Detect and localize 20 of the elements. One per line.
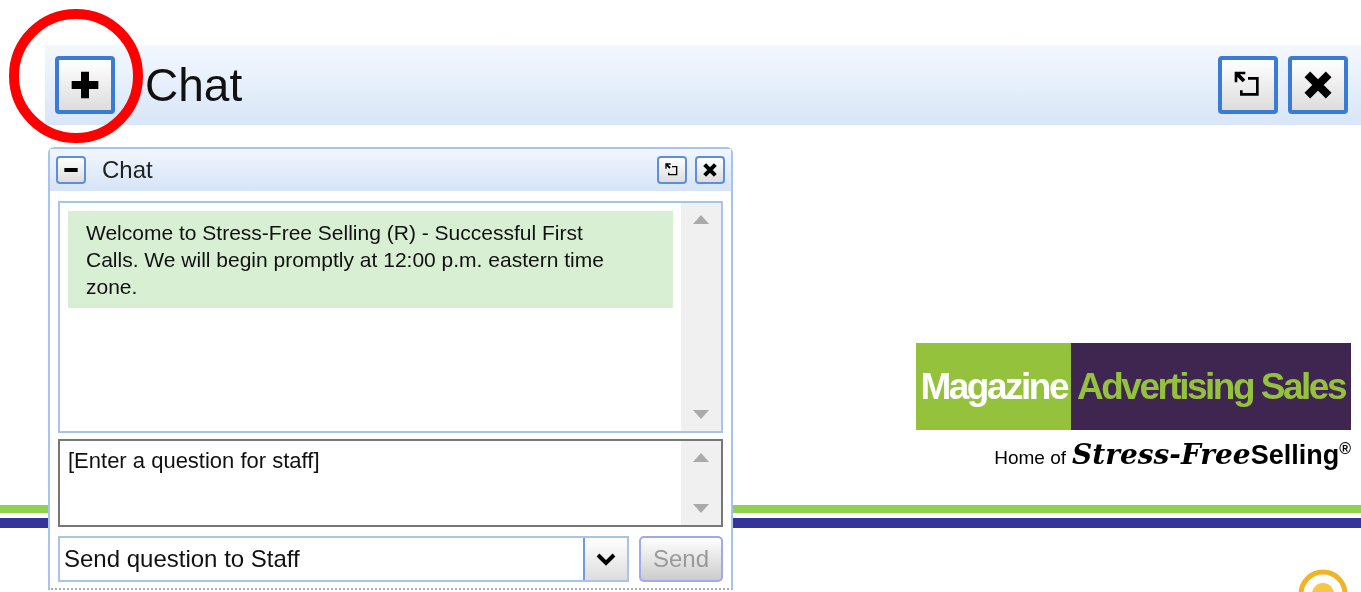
logo-text: Magazine: [916, 343, 1071, 430]
close-button[interactable]: [1288, 56, 1348, 114]
chevron-down-icon: [596, 552, 616, 566]
restore-button[interactable]: [657, 156, 687, 184]
close-button[interactable]: [695, 156, 725, 184]
header-title: Chat: [145, 58, 244, 112]
brand-text: Selling$^{®}$: [1250, 440, 1351, 471]
restore-button[interactable]: [1218, 56, 1278, 114]
close-icon: [702, 162, 718, 178]
script-text: Stress-Free: [1072, 438, 1251, 471]
chat-message: Welcome to Stress-Free Selling (R) - Successful First Calls. We will begin promptly at 12:00 p.m. eastern time zone.: [68, 211, 673, 308]
restore-icon: [664, 162, 680, 178]
plus-icon: [69, 69, 101, 101]
collapse-button[interactable]: [56, 156, 86, 184]
recipient-dropdown[interactable]: Send question to Staff: [58, 536, 629, 582]
logo-text: Advertising Sales: [1071, 343, 1351, 430]
close-icon: [1302, 69, 1334, 101]
panel-title: Chat: [102, 156, 154, 184]
tagline-text: Home of: [994, 447, 1067, 469]
expand-button[interactable]: [55, 56, 115, 114]
